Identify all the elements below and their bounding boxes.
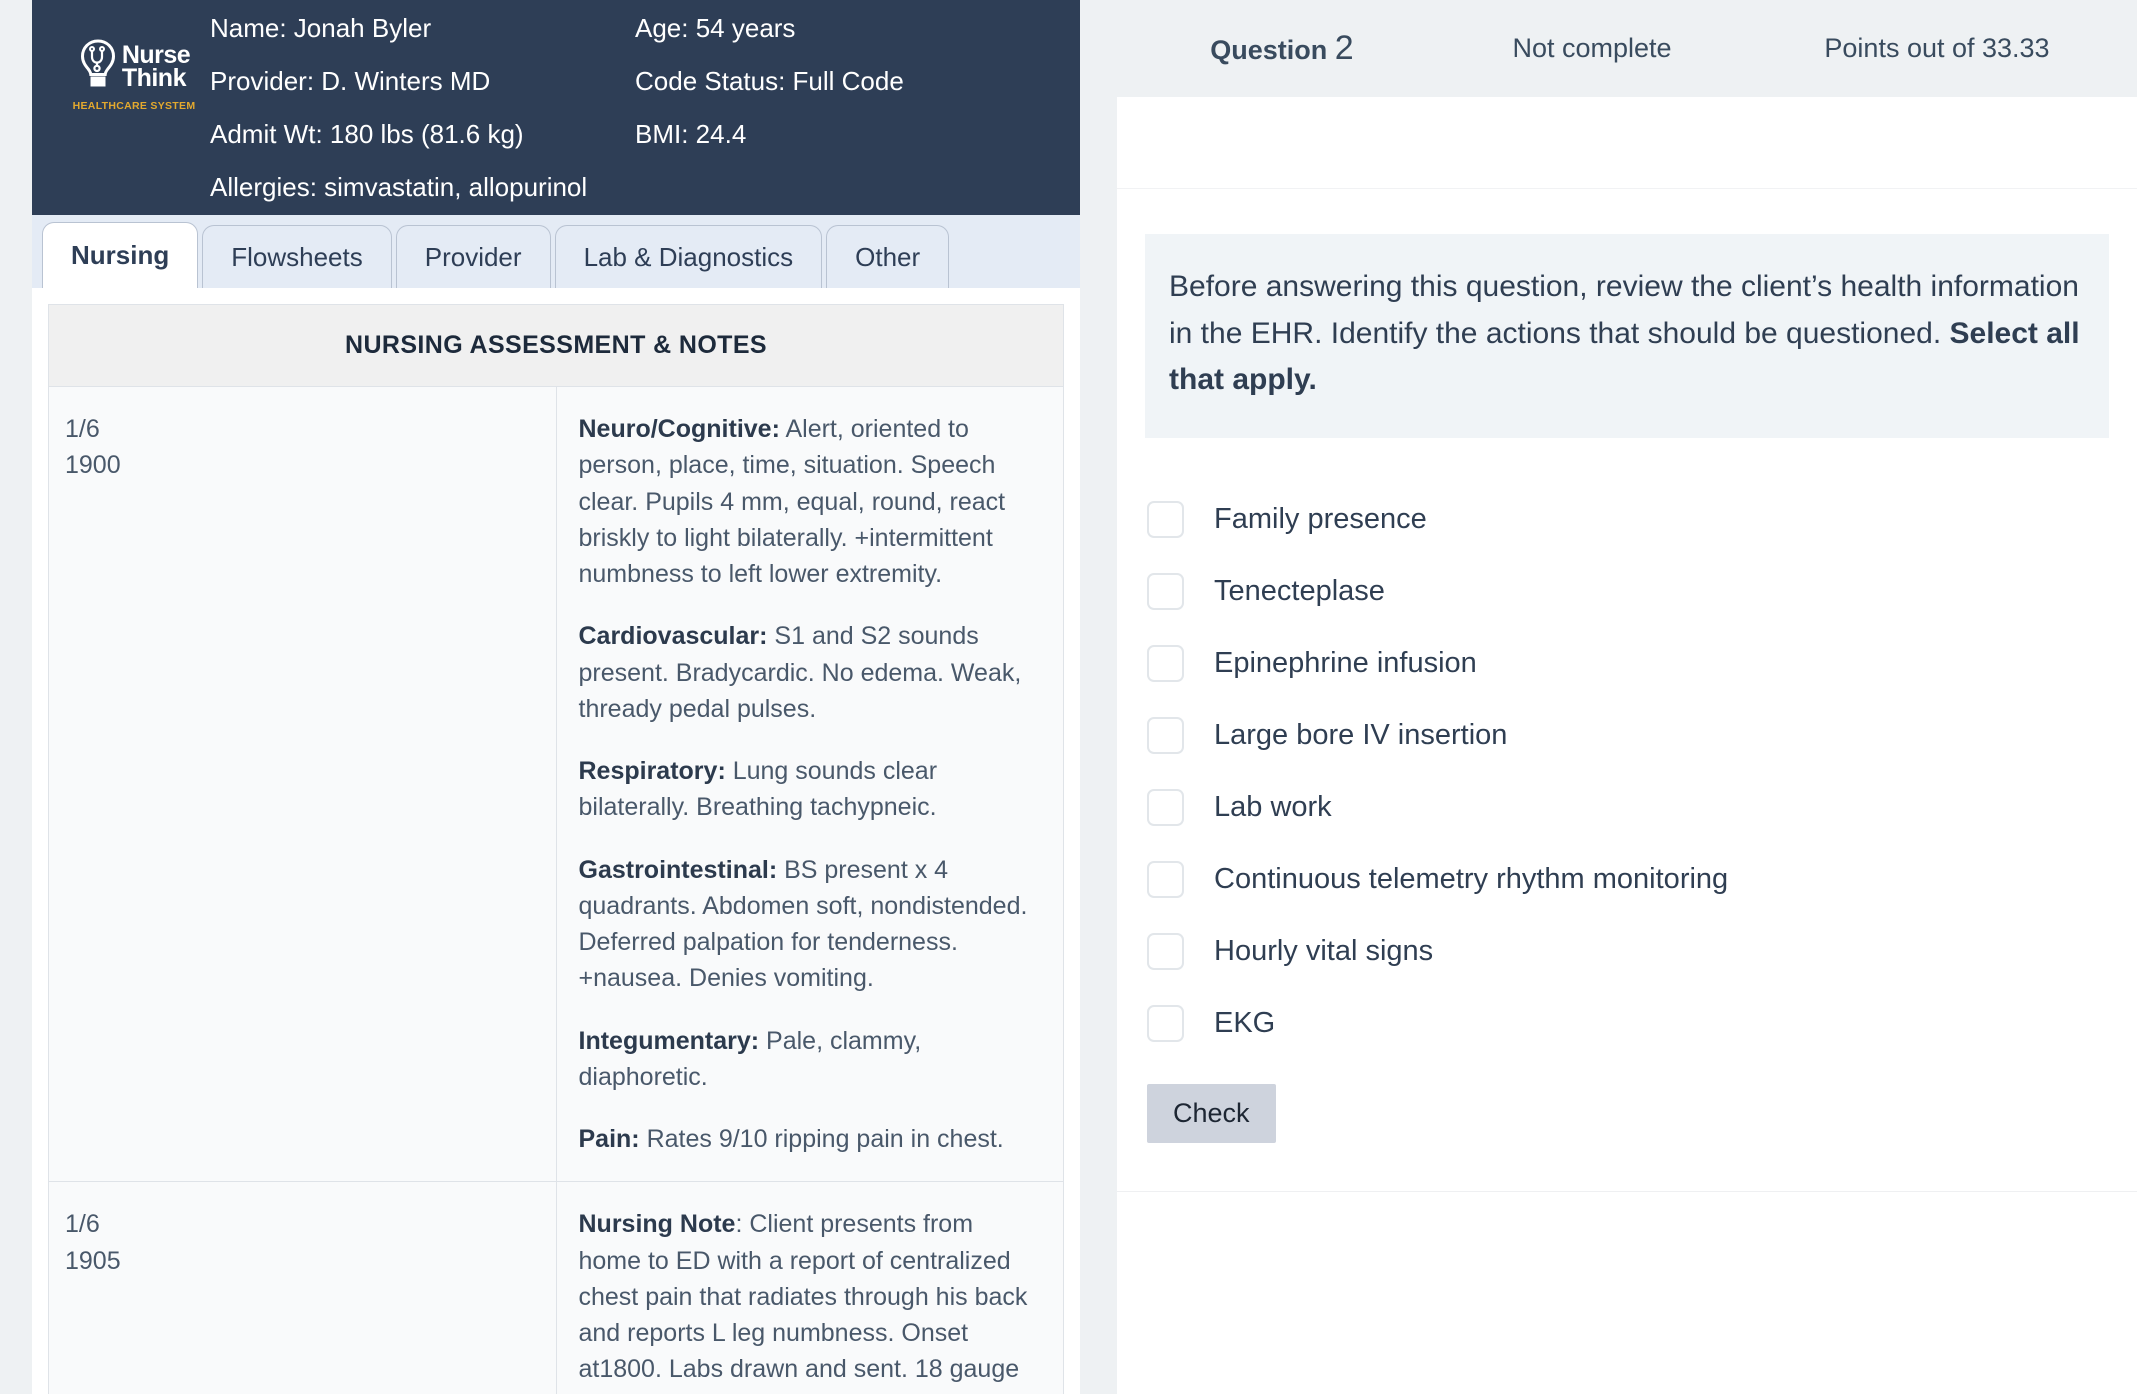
question-card-top-spacer [1117,97,2137,189]
question-card: Before answering this question, review t… [1117,97,2137,1192]
check-button[interactable]: Check [1147,1083,1276,1143]
nursing-notes-table: NURSING ASSESSMENT & NOTES 1/6 1900 Neur… [48,304,1064,1394]
option-label: Family presence [1214,503,1427,535]
checkbox-icon[interactable] [1147,573,1184,610]
patient-name: Name: Jonah Byler [210,13,432,43]
option-epinephrine-infusion[interactable]: Epinephrine infusion [1147,628,2137,700]
question-prompt-plain: Before answering this question, review t… [1169,270,2079,350]
patient-bmi: BMI: 24.4 [635,119,747,149]
tab-lab-diagnostics[interactable]: Lab & Diagnostics [554,225,823,288]
note-body: Neuro/Cognitive: Alert, oriented to pers… [556,385,1064,1182]
option-family-presence[interactable]: Family presence [1147,484,2137,556]
assessment-pain: Pain: Rates 9/10 ripping pain in chest. [579,1121,1040,1157]
assessment-neuro-label: Neuro/Cognitive: [578,415,780,443]
assessment-respiratory-label: Respiratory: [578,757,726,785]
note-timestamp: 1/6 1905 [48,1181,557,1394]
table-row: 1/6 1900 Neuro/Cognitive: Alert, oriente… [48,385,1064,1182]
patient-age: Age: 54 years [635,13,796,43]
option-lab-work[interactable]: Lab work [1147,772,2137,844]
table-row: 1/6 1905 Nursing Note: Client presents f… [48,1181,1064,1394]
note-timestamp: 1/6 1900 [48,385,557,1182]
option-label: Tenecteplase [1214,575,1385,607]
notes-table-title: NURSING ASSESSMENT & NOTES [48,304,1064,387]
option-continuous-telemetry-rhythm-monitoring[interactable]: Continuous telemetry rhythm monitoring [1147,844,2137,916]
question-number: Question 2 [1117,29,1447,68]
logo-subtitle: HEALTHCARE SYSTEM [72,100,196,112]
question-number-value: 2 [1334,29,1354,67]
patient-code-status: Code Status: Full Code [635,66,904,96]
checkbox-icon[interactable] [1147,789,1184,826]
tab-other[interactable]: Other [826,225,950,288]
checkbox-icon[interactable] [1147,501,1184,538]
nursing-note: Nursing Note: Client presents from home … [579,1206,1040,1394]
checkbox-icon[interactable] [1147,861,1184,898]
option-tenecteplase[interactable]: Tenecteplase [1147,556,2137,628]
assessment-cardiovascular-label: Cardiovascular: [578,622,768,651]
question-header: Question 2 Not complete Points out of 33… [1117,0,2137,97]
checkbox-icon[interactable] [1147,717,1184,754]
assessment-integumentary-label: Integumentary: [578,1026,760,1055]
patient-admit-wt: Admit Wt: 180 lbs (81.6 kg) [210,119,524,149]
nursing-note-label: Nursing Note [578,1210,736,1239]
question-card-divider [1117,1190,2137,1192]
patient-allergies: Allergies: simvastatin, allopurinol [210,172,588,202]
assessment-cardiovascular: Cardiovascular: S1 and S2 sounds present… [579,618,1040,727]
option-large-bore-iv-insertion[interactable]: Large bore IV insertion [1147,700,2137,772]
assessment-integumentary: Integumentary: Pale, clammy, diaphoretic… [579,1023,1040,1096]
option-label: Epinephrine infusion [1214,647,1477,679]
assessment-pain-text: Rates 9/10 ripping pain in chest. [639,1125,1004,1153]
option-ekg[interactable]: EKG [1147,988,2137,1060]
tab-nursing[interactable]: Nursing [42,222,199,288]
question-points: Points out of 33.33 [1824,33,2050,63]
note-body: Nursing Note: Client presents from home … [556,1181,1064,1394]
tab-flowsheets[interactable]: Flowsheets [202,225,392,288]
logo-line-2: Think [121,63,187,92]
checkbox-icon[interactable] [1147,645,1184,682]
checkbox-icon[interactable] [1147,1005,1184,1042]
assessment-pain-label: Pain: [578,1125,640,1153]
patient-banner: Nurse Think HEALTHCARE SYSTEM Name: Jona… [32,0,1080,215]
assessment-respiratory: Respiratory: Lung sounds clear bilateral… [579,753,1040,826]
ehr-panel: Nurse Think HEALTHCARE SYSTEM Name: Jona… [32,0,1080,1394]
option-label: Lab work [1214,791,1332,823]
answer-options: Family presence Tenecteplase Epinephrine… [1117,438,2137,1060]
lightbulb-stethoscope-icon [78,38,118,95]
assessment-gastrointestinal-label: Gastrointestinal: [578,855,778,884]
checkbox-icon[interactable] [1147,933,1184,970]
option-hourly-vital-signs[interactable]: Hourly vital signs [1147,916,2137,988]
question-number-label: Question [1210,35,1328,65]
option-label: Hourly vital signs [1214,935,1434,967]
tab-provider[interactable]: Provider [395,225,551,288]
question-panel: Question 2 Not complete Points out of 33… [1117,0,2137,1394]
ehr-tabs: Nursing Flowsheets Provider Lab & Diagno… [32,215,1080,288]
patient-blank [635,161,1054,214]
question-status: Not complete [1512,33,1672,63]
screen: Nurse Think HEALTHCARE SYSTEM Name: Jona… [0,0,2137,1394]
patient-provider: Provider: D. Winters MD [210,66,491,96]
option-label: Continuous telemetry rhythm monitoring [1214,863,1729,895]
option-label: EKG [1214,1007,1276,1039]
question-body: Before answering this question, review t… [1117,189,2137,1192]
patient-demographics: Name: Jonah Byler Age: 54 years Provider… [210,0,1054,214]
option-label: Large bore IV insertion [1214,719,1508,751]
question-prompt: Before answering this question, review t… [1145,234,2109,438]
assessment-neuro: Neuro/Cognitive: Alert, oriented to pers… [579,411,1040,592]
nursing-notes-section: NURSING ASSESSMENT & NOTES 1/6 1900 Neur… [32,288,1080,1394]
assessment-gastrointestinal: Gastrointestinal: BS present x 4 quadran… [579,852,1040,997]
nursethink-logo: Nurse Think HEALTHCARE SYSTEM [58,0,210,112]
